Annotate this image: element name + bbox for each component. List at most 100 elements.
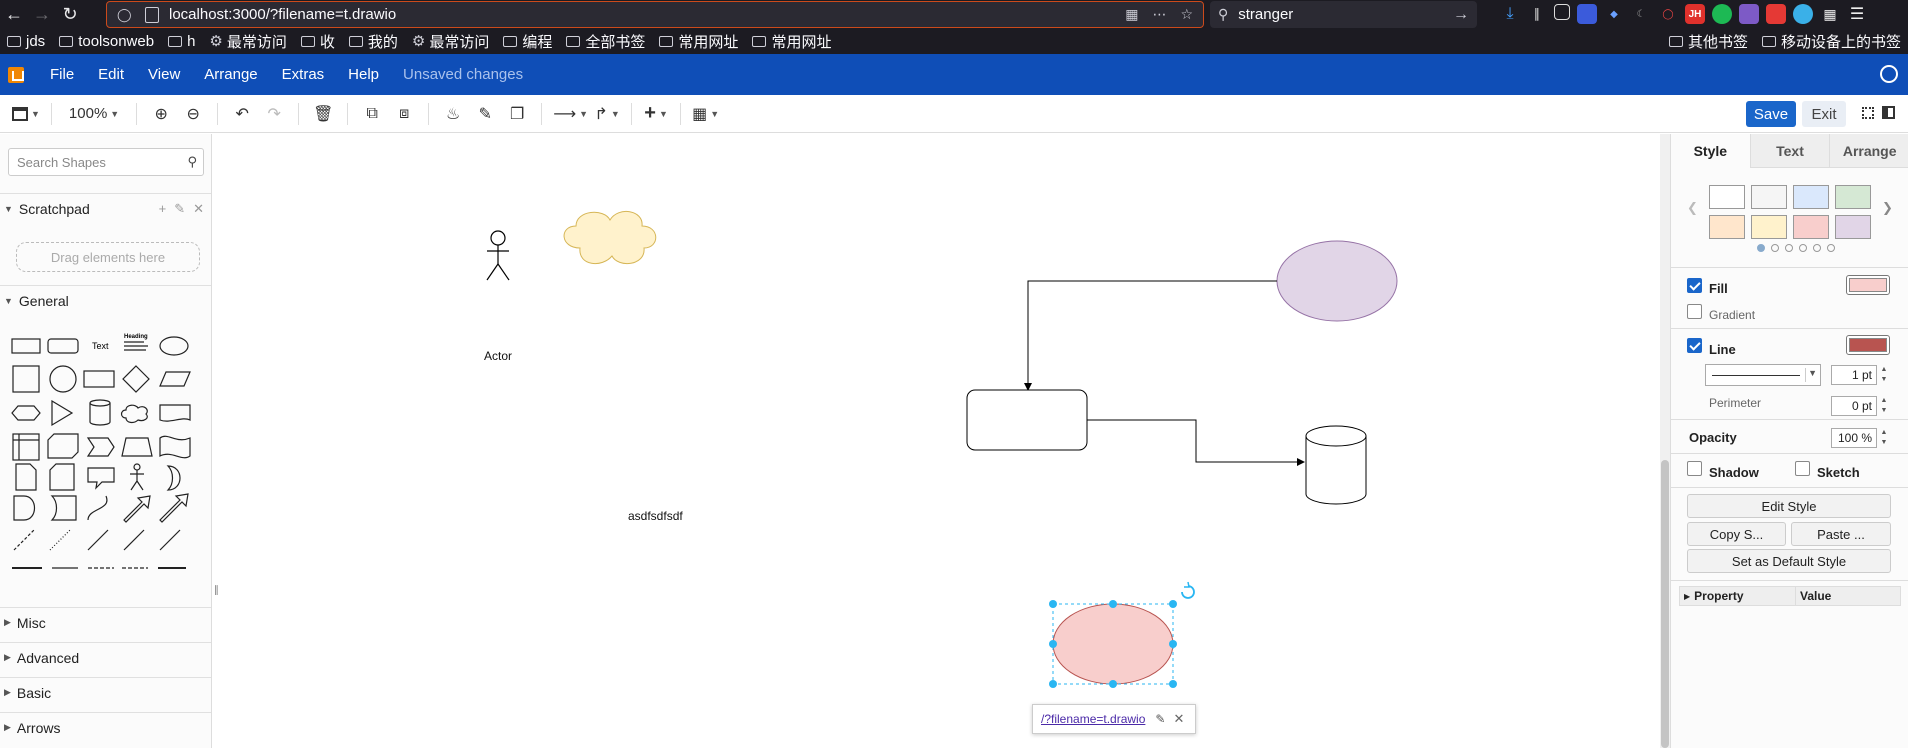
copy-style-button[interactable]: Copy S... [1687, 522, 1786, 546]
tab-arrange[interactable]: Arrange [1829, 134, 1908, 168]
shape-text[interactable]: Text [92, 341, 109, 351]
sketch-checkbox[interactable] [1795, 461, 1810, 476]
shape-arrow-outline[interactable] [159, 493, 189, 523]
qr-code-icon[interactable]: ▦ [1125, 6, 1138, 23]
globe-icon[interactable] [1880, 65, 1898, 83]
swatch-page-dot[interactable] [1785, 244, 1793, 252]
remove-link-close-icon[interactable]: ✕ [1173, 711, 1184, 727]
bookmark-folder[interactable]: 全部书签 [559, 31, 652, 52]
swatch-page-dot[interactable] [1827, 244, 1835, 252]
canvas-vertical-scrollbar[interactable] [1660, 134, 1670, 748]
bookmark-folder[interactable]: toolsonweb [52, 33, 161, 50]
shape-actor[interactable] [130, 470, 144, 491]
cylinder-top[interactable] [1305, 425, 1367, 447]
view-panels-button[interactable]: ▼ [12, 102, 40, 126]
shape-line[interactable] [87, 529, 109, 551]
style-swatch[interactable] [1793, 185, 1829, 209]
delete-trash-icon[interactable]: 🗑 [310, 102, 336, 126]
shape-cube[interactable] [47, 433, 79, 459]
swatch-prev-chevron-icon[interactable]: ❮ [1687, 200, 1698, 216]
to-front-icon[interactable]: ⧉ [359, 102, 385, 126]
shape-or[interactable] [166, 465, 181, 491]
sidebar-resize-handle[interactable]: ∥ [214, 585, 219, 596]
resize-handle-n[interactable] [1109, 600, 1117, 608]
resize-handle-sw[interactable] [1049, 680, 1057, 688]
style-swatch[interactable] [1835, 215, 1871, 239]
resize-handle-ne[interactable] [1169, 600, 1177, 608]
swatch-page-dot[interactable] [1757, 244, 1765, 252]
bookmark-folder[interactable]: 常用网址 [745, 31, 838, 52]
actor-right-leg[interactable] [497, 263, 510, 281]
search-query[interactable]: stranger [1238, 6, 1293, 23]
fill-color-picker[interactable] [1846, 275, 1890, 295]
basic-header[interactable]: ▶ Basic [0, 677, 211, 707]
browser-search-bar[interactable]: ⚲ stranger → [1210, 1, 1477, 28]
back-arrow-icon[interactable]: ← [0, 0, 28, 28]
rotate-handle-icon[interactable] [1181, 585, 1195, 599]
shape-actor-head[interactable] [133, 463, 141, 471]
opacity-stepper[interactable]: ▲ ▼ [1879, 428, 1889, 448]
shape-bidirectional-arrow[interactable] [123, 529, 145, 551]
to-back-icon[interactable]: ⧈ [391, 102, 417, 126]
actor-head[interactable] [490, 230, 506, 246]
bookmark-folder[interactable]: 常用网址 [652, 31, 745, 52]
purple-ellipse-shape[interactable] [1276, 240, 1398, 322]
resize-handle-se[interactable] [1169, 680, 1177, 688]
connector-rect-to-cylinder[interactable] [1087, 419, 1305, 466]
red-ellipse-shape[interactable] [1052, 603, 1174, 685]
tab-style[interactable]: Style [1671, 134, 1750, 168]
shape-curve[interactable] [87, 495, 108, 521]
forward-arrow-icon[interactable]: → [28, 0, 56, 28]
connector-ellipse-to-rect[interactable] [1024, 280, 1277, 391]
rounded-rectangle-shape[interactable] [966, 389, 1088, 451]
actor-shape[interactable] [486, 230, 510, 281]
bookmark-item[interactable]: ⚙ 最常访问 [202, 31, 293, 52]
redo-icon[interactable]: ↷ [261, 102, 287, 126]
resize-handle-s[interactable] [1109, 680, 1117, 688]
undo-icon[interactable]: ↶ [229, 102, 255, 126]
property-column-header[interactable]: ▶ Property [1680, 587, 1796, 605]
free-text-label[interactable]: asdfsdfsdf [628, 509, 683, 523]
edit-link-pencil-icon[interactable]: ✎ [1155, 712, 1165, 726]
shape-link[interactable]: /?filename=t.drawio [1041, 712, 1145, 726]
bookmark-folder-mobile[interactable]: 移动设备上的书签 [1755, 31, 1908, 52]
menu-file[interactable]: File [38, 66, 86, 83]
bookmark-folder[interactable]: 收 [294, 31, 342, 52]
edit-pencil-icon[interactable]: ✎ [174, 201, 185, 217]
shape-delay[interactable] [13, 495, 36, 521]
shape-document[interactable] [159, 404, 191, 422]
extension-globe-icon[interactable] [1793, 4, 1813, 24]
shape-tape[interactable] [159, 435, 191, 459]
download-icon[interactable]: ⤓ [1500, 4, 1520, 24]
extension-moon-icon[interactable]: ☾ [1631, 4, 1651, 24]
swatch-page-dot[interactable] [1799, 244, 1807, 252]
style-swatch[interactable] [1751, 185, 1787, 209]
menu-edit[interactable]: Edit [86, 66, 136, 83]
fullscreen-icon[interactable] [1862, 107, 1874, 119]
misc-header[interactable]: ▶ Misc [0, 607, 211, 637]
table-grid-icon[interactable]: ▦ ▼ [692, 102, 719, 126]
shape-heading[interactable]: Heading [124, 334, 148, 340]
shape-dotted-line[interactable] [49, 529, 71, 551]
exit-button[interactable]: Exit [1802, 101, 1846, 127]
shape-trapezoid[interactable] [121, 437, 153, 457]
style-swatch[interactable] [1751, 215, 1787, 239]
shape-triangle[interactable] [51, 399, 74, 427]
set-default-style-button[interactable]: Set as Default Style [1687, 549, 1891, 573]
hamburger-menu-icon[interactable]: ☰ [1847, 4, 1867, 24]
extension-red-icon[interactable] [1766, 4, 1786, 24]
line-width-input[interactable]: 1 pt [1831, 365, 1877, 385]
style-swatch[interactable] [1835, 185, 1871, 209]
resize-handle-w[interactable] [1049, 640, 1057, 648]
fill-color-bucket-icon[interactable]: ♨ [440, 102, 466, 126]
shape-data-storage[interactable] [50, 495, 77, 521]
shape-step[interactable] [86, 437, 115, 457]
shape-square[interactable] [12, 365, 40, 393]
shield-icon[interactable]: ◯ [117, 7, 135, 23]
cylinder-shape[interactable] [1305, 425, 1367, 505]
shape-dashed-line[interactable] [13, 529, 35, 551]
shape-rectangle[interactable] [11, 338, 41, 354]
bookmark-star-icon[interactable]: ☆ [1180, 6, 1193, 23]
shape-cylinder[interactable] [89, 399, 111, 407]
extension-jh-icon[interactable]: JH [1685, 4, 1705, 24]
